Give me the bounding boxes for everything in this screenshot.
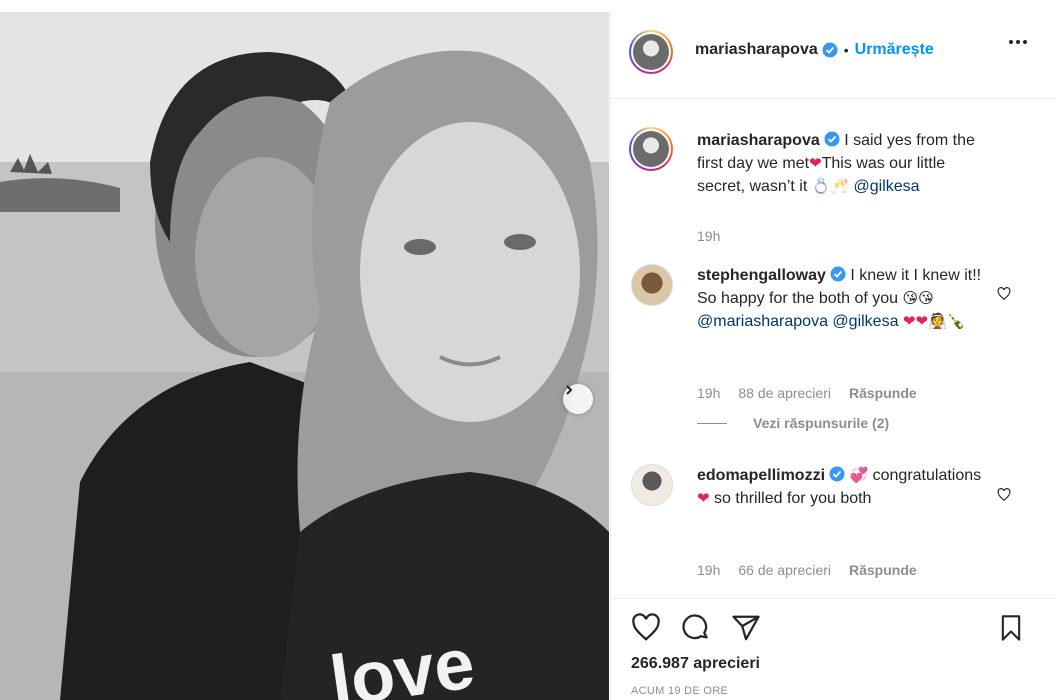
caption-avatar[interactable]	[629, 127, 673, 171]
comment-username[interactable]: stephengalloway	[697, 267, 826, 284]
comment-likes[interactable]: 66 de aprecieri	[738, 562, 831, 578]
follow-button[interactable]: Urmărește	[855, 41, 934, 59]
separator-dot: •	[843, 42, 849, 58]
hearts-emoji: 💞	[849, 466, 869, 484]
next-photo-button[interactable]	[563, 384, 593, 414]
heart-icon[interactable]	[997, 488, 1011, 502]
share-icon[interactable]	[731, 613, 761, 643]
action-bar	[631, 613, 761, 643]
heart-icon[interactable]	[997, 287, 1011, 301]
comment-text: edomapellimozzi 💞 congratulations ❤ so t…	[697, 464, 987, 510]
reply-button[interactable]: Răspunde	[849, 562, 917, 578]
verified-badge-icon	[822, 42, 838, 58]
reply-button[interactable]: Răspunde	[849, 385, 917, 401]
photo-illustration: love	[0, 12, 609, 700]
caption-time[interactable]: 19h	[697, 228, 720, 244]
comment-mention[interactable]: @mariasharapova	[697, 313, 828, 330]
header-username[interactable]: mariasharapova	[695, 41, 818, 59]
post-photo[interactable]: love	[0, 12, 609, 700]
more-options-icon[interactable]	[1009, 40, 1027, 44]
bookmark-icon[interactable]	[997, 613, 1025, 643]
verified-badge-icon	[830, 266, 846, 282]
chevron-right-icon	[566, 385, 573, 395]
commenter-avatar[interactable]	[631, 264, 673, 306]
caption-mention[interactable]: @gilkesa	[854, 178, 920, 195]
comment-icon[interactable]	[681, 613, 711, 643]
comment-time[interactable]: 19h	[697, 562, 720, 578]
caption-username[interactable]: mariasharapova	[697, 132, 820, 149]
comment-body: so thrilled for you both	[714, 490, 872, 507]
author-avatar[interactable]	[629, 30, 673, 74]
verified-badge-icon	[824, 131, 840, 147]
comment-meta: 19h 88 de aprecieri Răspunde	[697, 385, 917, 401]
view-replies-label: Vezi răspunsurile (2)	[753, 415, 890, 431]
comment-time[interactable]: 19h	[697, 385, 720, 401]
posted-time[interactable]: ACUM 19 DE ORE	[631, 685, 728, 697]
post-header: mariasharapova • Urmărește	[611, 12, 1056, 99]
comment-username[interactable]: edomapellimozzi	[697, 467, 825, 484]
heart-emoji: ❤	[809, 154, 822, 172]
header-author-row: mariasharapova • Urmărește	[695, 41, 934, 59]
comment-likes[interactable]: 88 de aprecieri	[738, 385, 831, 401]
replies-divider	[697, 422, 727, 424]
heart-icon[interactable]	[631, 613, 661, 643]
post-footer: 266.987 aprecieri ACUM 19 DE ORE	[611, 598, 1056, 700]
window-top-strip	[0, 0, 1056, 12]
comment-meta: 19h 66 de aprecieri Răspunde	[697, 562, 917, 578]
comment-text: stephengalloway I knew it I knew it!! So…	[697, 264, 987, 333]
verified-badge-icon	[829, 466, 845, 482]
caption-text: mariasharapova I said yes from the first…	[697, 129, 997, 198]
likes-count[interactable]: 266.987 aprecieri	[631, 655, 760, 673]
commenter-avatar[interactable]	[631, 464, 673, 506]
hearts-emoji: ❤❤👰🍾	[902, 312, 966, 330]
heart-emoji: ❤	[697, 489, 710, 507]
caption-meta: 19h	[697, 228, 720, 244]
view-replies-button[interactable]: Vezi răspunsurile (2)	[697, 415, 889, 431]
ring-emoji: 💍🥂	[811, 177, 850, 195]
face-emoji: 😘😘	[902, 289, 934, 307]
post-side-panel: mariasharapova • Urmărește mariasharapov…	[610, 12, 1056, 700]
comment-body: congratulations	[872, 467, 982, 484]
comment-mention[interactable]: @gilkesa	[832, 313, 898, 330]
